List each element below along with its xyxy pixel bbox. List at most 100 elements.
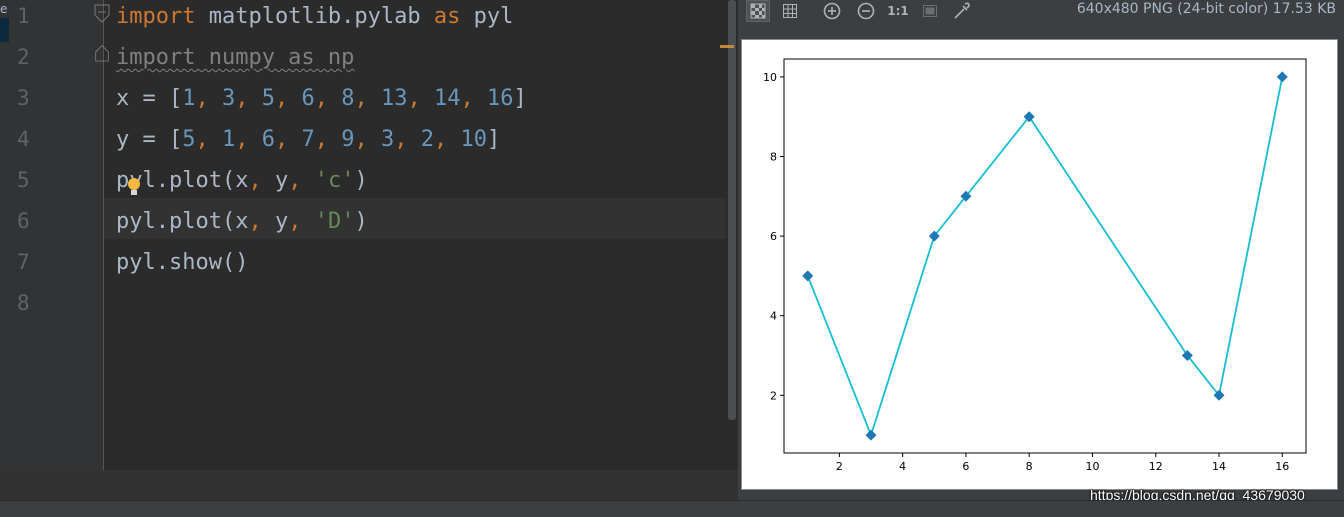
code-token: y — [274, 168, 289, 193]
line-number: 4 — [17, 127, 30, 151]
code-token: ) — [354, 209, 368, 234]
code-token: 1 — [182, 86, 196, 111]
code-token: 9 — [341, 127, 355, 152]
code-token: 10 — [460, 127, 487, 152]
y-tick-label: 6 — [770, 230, 777, 243]
code-token: , — [195, 127, 222, 152]
zoom-out-icon[interactable] — [854, 0, 878, 22]
code-token: pyl — [460, 4, 514, 29]
x-tick-label: 6 — [962, 460, 969, 473]
y-tick-label: 2 — [770, 389, 777, 402]
code-token: x = [ — [116, 86, 183, 111]
code-token: , — [354, 127, 381, 152]
fold-start-icon[interactable] — [93, 4, 111, 24]
line-number: 2 — [17, 45, 30, 69]
zoom-in-icon[interactable] — [820, 0, 844, 22]
code-editor[interactable]: e 1 import matplotlib.pylab as pyl 2 import… — [0, 0, 738, 516]
code-token: 1 — [221, 127, 236, 152]
line-number: 5 — [17, 168, 30, 192]
code-token: 2 — [420, 127, 434, 152]
y-tick-label: 10 — [763, 71, 777, 84]
code-line[interactable]: pyl.plot(x, y, 'c') — [116, 160, 368, 201]
code-token: , — [288, 168, 315, 193]
code-line[interactable]: y = [5, 1, 6, 7, 9, 3, 2, 10] — [116, 119, 500, 160]
x-tick-label: 14 — [1212, 460, 1226, 473]
code-token: 8 — [341, 86, 355, 111]
code-token: 'D' — [314, 209, 355, 234]
code-token: , — [248, 209, 275, 234]
code-token: y = [ — [116, 127, 183, 152]
code-token: 6 — [261, 127, 275, 152]
y-tick-label: 8 — [770, 151, 777, 164]
code-token: 16 — [486, 86, 514, 111]
code-token: import numpy as np — [116, 45, 355, 70]
code-token: ] — [486, 127, 501, 152]
line-chart: 2 4 6 8 10 12 14 16 2 4 6 8 10 — [763, 58, 1307, 473]
x-tick-label: 10 — [1085, 460, 1099, 473]
grid-icon[interactable] — [778, 0, 802, 22]
code-token: , — [433, 127, 461, 152]
image-canvas[interactable]: 2 4 6 8 10 12 14 16 2 4 6 8 10 — [741, 39, 1338, 490]
code-token: 5 — [261, 86, 275, 111]
code-token: , — [314, 127, 342, 152]
code-token: as — [433, 4, 461, 29]
side-strip-label: e — [0, 2, 8, 16]
plot-frame — [783, 58, 1307, 454]
side-strip-tab[interactable] — [0, 18, 9, 42]
color-picker-icon[interactable] — [950, 0, 974, 22]
code-token: y — [274, 209, 289, 234]
data-point — [802, 270, 814, 282]
code-token: pyl.plot(x — [116, 209, 249, 234]
code-token: , — [354, 86, 381, 111]
editor-bottom-panel — [0, 470, 738, 500]
code-token: 7 — [301, 127, 315, 152]
code-line[interactable]: x = [1, 3, 5, 6, 8, 13, 14, 16] — [116, 78, 527, 119]
chessboard-icon[interactable] — [746, 0, 770, 22]
image-toolbar: 1:1 640x480 PNG (24-bit color) 17.53 KB — [738, 0, 1344, 24]
line-number: 3 — [17, 86, 30, 110]
code-token: , — [314, 86, 342, 111]
y-tick-label: 4 — [770, 310, 777, 323]
code-token: , — [407, 86, 434, 111]
actual-size-button[interactable]: 1:1 — [886, 0, 910, 22]
code-token: , — [460, 86, 487, 111]
code-token: matplotlib.pylab — [195, 4, 434, 29]
fold-end-icon[interactable] — [93, 42, 111, 62]
code-token: , — [235, 127, 262, 152]
x-tick-label: 2 — [836, 460, 843, 473]
code-token: ) — [354, 168, 368, 193]
code-token: 13 — [380, 86, 408, 111]
code-token: 3 — [380, 127, 395, 152]
code-token: , — [195, 86, 222, 111]
code-token: 14 — [433, 86, 461, 111]
code-token: , — [288, 209, 315, 234]
warning-marker[interactable] — [720, 45, 734, 48]
side-tool-strip: e — [0, 0, 9, 516]
lightbulb-icon[interactable] — [124, 175, 144, 199]
x-tick-label: 4 — [899, 460, 906, 473]
code-token: , — [274, 127, 302, 152]
code-token: 6 — [301, 86, 315, 111]
code-line[interactable]: import matplotlib.pylab as pyl — [116, 0, 513, 37]
line-number: 6 — [17, 209, 30, 233]
code-line[interactable]: pyl.plot(x, y, 'D') — [116, 201, 368, 242]
code-token: , — [394, 127, 421, 152]
code-token: pyl.show() — [116, 250, 249, 275]
code-token: ] — [513, 86, 527, 111]
data-point — [865, 429, 877, 441]
code-token: , — [248, 168, 275, 193]
code-token: 'c' — [314, 168, 355, 193]
code-line[interactable]: import numpy as np — [116, 37, 354, 78]
code-token: 3 — [221, 86, 236, 111]
scrollbar-thumb[interactable] — [728, 0, 736, 420]
status-bar — [0, 500, 1344, 517]
fit-to-window-icon[interactable] — [918, 0, 942, 22]
data-point — [1276, 71, 1288, 83]
image-viewer: 1:1 640x480 PNG (24-bit color) 17.53 KB … — [738, 0, 1344, 500]
line-number: 7 — [17, 250, 30, 274]
code-token: import — [116, 4, 196, 29]
code-line[interactable]: pyl.show() — [116, 242, 248, 283]
x-tick-label: 8 — [1026, 460, 1033, 473]
x-tick-label: 16 — [1275, 460, 1289, 473]
code-token: , — [274, 86, 302, 111]
